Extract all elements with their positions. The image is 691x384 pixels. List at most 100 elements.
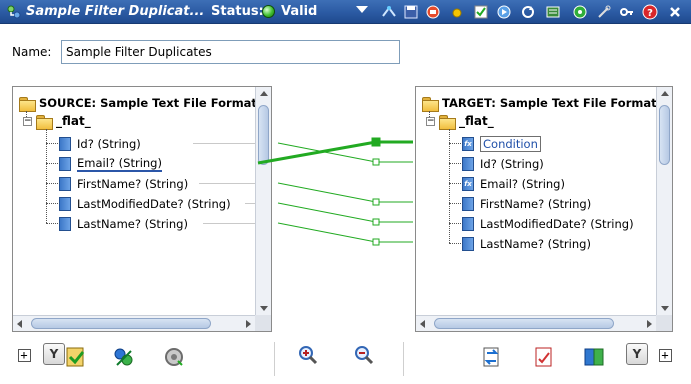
target-field-row[interactable]: LastName? (String) bbox=[462, 235, 591, 252]
mapping-node[interactable] bbox=[372, 238, 380, 246]
source-field-label: LastName? (String) bbox=[77, 216, 188, 231]
swap-icon[interactable] bbox=[480, 345, 504, 369]
source-field-row[interactable]: LastModifiedDate? (String) bbox=[59, 195, 231, 212]
tree-connect-icon[interactable] bbox=[381, 4, 397, 20]
schema-icon[interactable] bbox=[545, 4, 561, 20]
target-tree: TARGET: Sample Text File Format − _flat_… bbox=[416, 87, 656, 315]
save-icon[interactable] bbox=[403, 4, 419, 20]
target-horizontal-scrollbar[interactable] bbox=[416, 315, 656, 331]
refresh-icon[interactable] bbox=[520, 4, 536, 20]
filter-left-button[interactable]: Y bbox=[42, 342, 66, 366]
mapping-link[interactable] bbox=[277, 202, 377, 223]
app-icon bbox=[7, 5, 21, 19]
scroll-thumb[interactable] bbox=[659, 105, 670, 165]
scroll-down-icon[interactable] bbox=[260, 306, 268, 311]
source-field-row[interactable]: LastName? (String) bbox=[59, 215, 188, 232]
source-field-label: FirstName? (String) bbox=[77, 176, 189, 191]
tools-icon[interactable] bbox=[596, 4, 612, 20]
refresh-schema-icon[interactable] bbox=[582, 345, 606, 369]
deploy-icon[interactable] bbox=[425, 4, 441, 20]
target-vertical-scrollbar[interactable] bbox=[656, 87, 672, 315]
target-field-label: LastName? (String) bbox=[480, 236, 591, 251]
scroll-corner bbox=[656, 315, 672, 331]
target-field-label: Condition bbox=[480, 135, 541, 152]
target-panel: TARGET: Sample Text File Format − _flat_… bbox=[415, 86, 673, 332]
key-icon[interactable] bbox=[619, 4, 635, 20]
target-flat-node[interactable]: − _flat_ bbox=[426, 113, 494, 130]
string-field-icon bbox=[462, 236, 474, 251]
collapse-icon[interactable]: − bbox=[23, 116, 32, 126]
yellow-dot-icon[interactable] bbox=[449, 4, 465, 20]
scroll-right-icon[interactable] bbox=[647, 320, 652, 328]
filter-icon: Y bbox=[626, 343, 648, 365]
scroll-up-icon[interactable] bbox=[661, 91, 669, 96]
mapping-link[interactable] bbox=[277, 222, 377, 243]
zoom-in-icon[interactable] bbox=[296, 343, 320, 367]
string-field-icon bbox=[59, 176, 71, 191]
target-field-label: Id? (String) bbox=[480, 156, 544, 171]
scroll-left-icon[interactable] bbox=[17, 320, 22, 328]
function-icon: fx bbox=[462, 176, 474, 191]
folder-open-icon bbox=[36, 114, 53, 130]
target-field-row[interactable]: fx Email? (String) bbox=[462, 175, 565, 192]
mapping-node[interactable] bbox=[372, 198, 380, 206]
filter-right-button[interactable]: Y bbox=[625, 342, 649, 366]
source-field-label: Id? (String) bbox=[77, 136, 141, 151]
svg-text:?: ? bbox=[647, 8, 653, 19]
source-field-label: LastModifiedDate? (String) bbox=[77, 196, 231, 211]
name-input[interactable] bbox=[61, 40, 400, 64]
function-icon: fx bbox=[462, 136, 474, 151]
source-root-node[interactable]: SOURCE: Sample Text File Format bbox=[19, 95, 255, 112]
settings-icon[interactable] bbox=[162, 345, 186, 369]
scroll-corner bbox=[255, 315, 271, 331]
status-ok-icon bbox=[262, 5, 275, 18]
source-field-row[interactable]: FirstName? (String) bbox=[59, 175, 188, 192]
folder-open-icon bbox=[19, 96, 36, 112]
mapping-node[interactable] bbox=[372, 158, 380, 166]
folder-open-icon bbox=[439, 114, 456, 130]
expand-all-right-button[interactable]: + bbox=[653, 343, 677, 367]
zoom-out-icon[interactable] bbox=[352, 343, 376, 367]
title-menu-dropdown[interactable] bbox=[356, 6, 368, 13]
close-icon[interactable] bbox=[667, 4, 683, 20]
source-horizontal-scrollbar[interactable] bbox=[13, 315, 255, 331]
source-field-row[interactable]: Email? (String) bbox=[59, 155, 162, 172]
help-icon[interactable]: ? bbox=[642, 4, 658, 20]
mapping-link[interactable] bbox=[257, 140, 377, 165]
string-field-icon bbox=[462, 156, 474, 171]
target-field-label: Email? (String) bbox=[480, 176, 565, 191]
link-icon[interactable] bbox=[112, 345, 136, 369]
scroll-up-icon[interactable] bbox=[260, 91, 268, 96]
status-label: Status: bbox=[211, 4, 264, 19]
mapping-link[interactable] bbox=[277, 182, 377, 203]
target-field-row[interactable]: FirstName? (String) bbox=[462, 195, 591, 212]
target-condition-row[interactable]: fx Condition bbox=[462, 135, 541, 152]
scroll-thumb[interactable] bbox=[258, 105, 269, 165]
expand-label: + bbox=[17, 348, 31, 362]
validate-icon[interactable] bbox=[473, 4, 489, 20]
validate-map-icon[interactable] bbox=[532, 345, 556, 369]
scroll-right-icon[interactable] bbox=[246, 320, 251, 328]
expand-all-left-button[interactable]: + bbox=[12, 343, 36, 367]
run-icon[interactable] bbox=[496, 4, 512, 20]
target-field-row[interactable]: LastModifiedDate? (String) bbox=[462, 215, 634, 232]
scroll-thumb[interactable] bbox=[434, 318, 614, 329]
toolbar-separator bbox=[403, 342, 404, 376]
scroll-thumb[interactable] bbox=[31, 318, 211, 329]
mapping-node[interactable] bbox=[371, 137, 381, 147]
source-field-row[interactable]: Id? (String) bbox=[59, 135, 141, 152]
target-root-node[interactable]: TARGET: Sample Text File Format bbox=[422, 95, 656, 112]
mapping-node[interactable] bbox=[372, 218, 380, 226]
auto-map-icon[interactable] bbox=[64, 345, 88, 369]
mapping-link[interactable] bbox=[277, 142, 377, 163]
green-circle-icon[interactable] bbox=[572, 4, 588, 20]
target-flat-label: _flat_ bbox=[459, 114, 494, 128]
source-flat-node[interactable]: − _flat_ bbox=[23, 113, 91, 130]
scroll-down-icon[interactable] bbox=[661, 306, 669, 311]
collapse-icon[interactable]: − bbox=[426, 116, 435, 126]
source-vertical-scrollbar[interactable] bbox=[255, 87, 271, 315]
source-tree: SOURCE: Sample Text File Format − _flat_… bbox=[13, 87, 255, 315]
target-field-row[interactable]: Id? (String) bbox=[462, 155, 544, 172]
scroll-left-icon[interactable] bbox=[420, 320, 425, 328]
source-flat-label: _flat_ bbox=[56, 114, 91, 128]
